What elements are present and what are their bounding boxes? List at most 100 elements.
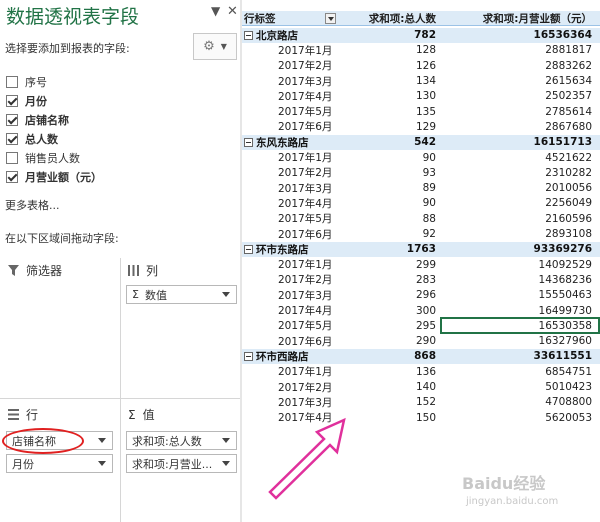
collapse-icon[interactable] (244, 30, 253, 40)
field-item[interactable]: 月营业额（元） (6, 169, 102, 185)
people-cell[interactable]: 92 (340, 228, 440, 240)
field-checkbox[interactable] (6, 76, 18, 88)
row-label-cell[interactable]: 2017年5月 (242, 211, 340, 226)
people-cell[interactable]: 135 (340, 106, 440, 118)
people-cell[interactable]: 295 (340, 320, 440, 332)
row-label-cell[interactable]: 2017年3月 (242, 288, 340, 303)
revenue-cell[interactable]: 16536364 (440, 29, 596, 41)
pane-options-dropdown-icon[interactable]: ▼ (211, 4, 220, 18)
people-cell[interactable]: 88 (340, 213, 440, 225)
row-label-cell[interactable]: 2017年3月 (242, 395, 340, 410)
revenue-cell[interactable]: 2502357 (440, 90, 596, 102)
revenue-cell[interactable]: 6854751 (440, 366, 596, 378)
people-cell[interactable]: 89 (340, 182, 440, 194)
people-cell[interactable]: 140 (340, 381, 440, 393)
rows-field-month[interactable]: 月份 (6, 454, 113, 473)
field-item[interactable]: 总人数 (6, 131, 58, 147)
columns-field-values[interactable]: Σ 数值 (126, 285, 237, 304)
revenue-cell[interactable]: 2010056 (440, 182, 596, 194)
row-label-cell[interactable]: 2017年1月 (242, 364, 340, 379)
row-label-cell[interactable]: 2017年2月 (242, 58, 340, 73)
revenue-cell[interactable]: 2883262 (440, 60, 596, 72)
people-cell[interactable]: 126 (340, 60, 440, 72)
row-label-cell[interactable]: 2017年1月 (242, 43, 340, 58)
people-cell[interactable]: 134 (340, 75, 440, 87)
revenue-cell[interactable]: 2785614 (440, 106, 596, 118)
values-field-sum-people[interactable]: 求和项:总人数 (126, 431, 237, 450)
row-label-cell[interactable]: 2017年3月 (242, 74, 340, 89)
row-label-cell[interactable]: 2017年6月 (242, 334, 340, 349)
revenue-cell[interactable]: 2881817 (440, 44, 596, 56)
people-cell[interactable]: 130 (340, 90, 440, 102)
values-field-sum-revenue[interactable]: 求和项:月营业... (126, 454, 237, 473)
more-tables-link[interactable]: 更多表格... (5, 197, 60, 213)
revenue-cell[interactable]: 2256049 (440, 197, 596, 209)
revenue-cell[interactable]: 2867680 (440, 121, 596, 133)
people-cell[interactable]: 1763 (340, 243, 440, 255)
row-label-cell[interactable]: 2017年4月 (242, 196, 340, 211)
row-label-cell[interactable]: 2017年2月 (242, 272, 340, 287)
revenue-cell[interactable]: 14092529 (440, 259, 596, 271)
field-item[interactable]: 销售员人数 (6, 150, 80, 166)
people-cell[interactable]: 299 (340, 259, 440, 271)
row-label-cell[interactable]: 东风东路店 (242, 135, 340, 150)
revenue-cell[interactable]: 33611551 (440, 350, 596, 362)
people-cell[interactable]: 128 (340, 44, 440, 56)
revenue-cell[interactable]: 16151713 (440, 136, 596, 148)
row-label-cell[interactable]: 2017年4月 (242, 89, 340, 104)
close-icon[interactable]: ✕ (227, 4, 238, 19)
revenue-cell[interactable]: 16499730 (440, 305, 596, 317)
revenue-cell[interactable]: 15550463 (440, 289, 596, 301)
revenue-cell[interactable]: 2615634 (440, 75, 596, 87)
row-label-cell[interactable]: 2017年4月 (242, 303, 340, 318)
people-cell[interactable]: 136 (340, 366, 440, 378)
layout-settings-button[interactable]: ⚙ ▼ (193, 33, 237, 60)
revenue-cell[interactable]: 2160596 (440, 213, 596, 225)
revenue-cell[interactable]: 16327960 (440, 335, 596, 347)
revenue-cell[interactable]: 2310282 (440, 167, 596, 179)
people-cell[interactable]: 90 (340, 197, 440, 209)
revenue-cell[interactable]: 4521622 (440, 152, 596, 164)
row-label-cell[interactable]: 2017年2月 (242, 380, 340, 395)
field-item[interactable]: 店铺名称 (6, 112, 69, 128)
field-checkbox[interactable] (6, 171, 18, 183)
revenue-cell[interactable]: 2893108 (440, 228, 596, 240)
revenue-cell[interactable]: 14368236 (440, 274, 596, 286)
people-cell[interactable]: 782 (340, 29, 440, 41)
people-cell[interactable]: 290 (340, 335, 440, 347)
field-checkbox[interactable] (6, 133, 18, 145)
revenue-cell[interactable]: 93369276 (440, 243, 596, 255)
row-label-cell[interactable]: 2017年2月 (242, 165, 340, 180)
collapse-icon[interactable] (244, 244, 253, 254)
field-item[interactable]: 月份 (6, 93, 47, 109)
revenue-cell[interactable]: 5010423 (440, 381, 596, 393)
row-label-cell[interactable]: 2017年6月 (242, 227, 340, 242)
header-cell-sum-people[interactable]: 求和项:总人数 (340, 11, 440, 26)
row-label-cell[interactable]: 2017年5月 (242, 318, 340, 333)
row-label-cell[interactable]: 环市西路店 (242, 349, 340, 364)
people-cell[interactable]: 152 (340, 396, 440, 408)
row-label-cell[interactable]: 环市东路店 (242, 242, 340, 257)
collapse-icon[interactable] (244, 137, 253, 147)
people-cell[interactable]: 90 (340, 152, 440, 164)
header-cell-sum-revenue[interactable]: 求和项:月营业额（元） (440, 11, 596, 26)
row-label-cell[interactable]: 2017年3月 (242, 181, 340, 196)
revenue-cell[interactable]: 5620053 (440, 412, 596, 424)
field-checkbox[interactable] (6, 95, 18, 107)
collapse-icon[interactable] (244, 351, 253, 361)
field-checkbox[interactable] (6, 152, 18, 164)
people-cell[interactable]: 283 (340, 274, 440, 286)
people-cell[interactable]: 300 (340, 305, 440, 317)
people-cell[interactable]: 296 (340, 289, 440, 301)
row-label-cell[interactable]: 2017年6月 (242, 119, 340, 134)
filter-dropdown-button[interactable] (325, 12, 336, 24)
field-item[interactable]: 序号 (6, 74, 47, 90)
people-cell[interactable]: 542 (340, 136, 440, 148)
field-checkbox[interactable] (6, 114, 18, 126)
row-label-cell[interactable]: 北京路店 (242, 28, 340, 43)
people-cell[interactable]: 868 (340, 350, 440, 362)
people-cell[interactable]: 93 (340, 167, 440, 179)
revenue-cell[interactable]: 4708800 (440, 396, 596, 408)
row-label-cell[interactable]: 2017年1月 (242, 150, 340, 165)
row-label-cell[interactable]: 2017年5月 (242, 104, 340, 119)
